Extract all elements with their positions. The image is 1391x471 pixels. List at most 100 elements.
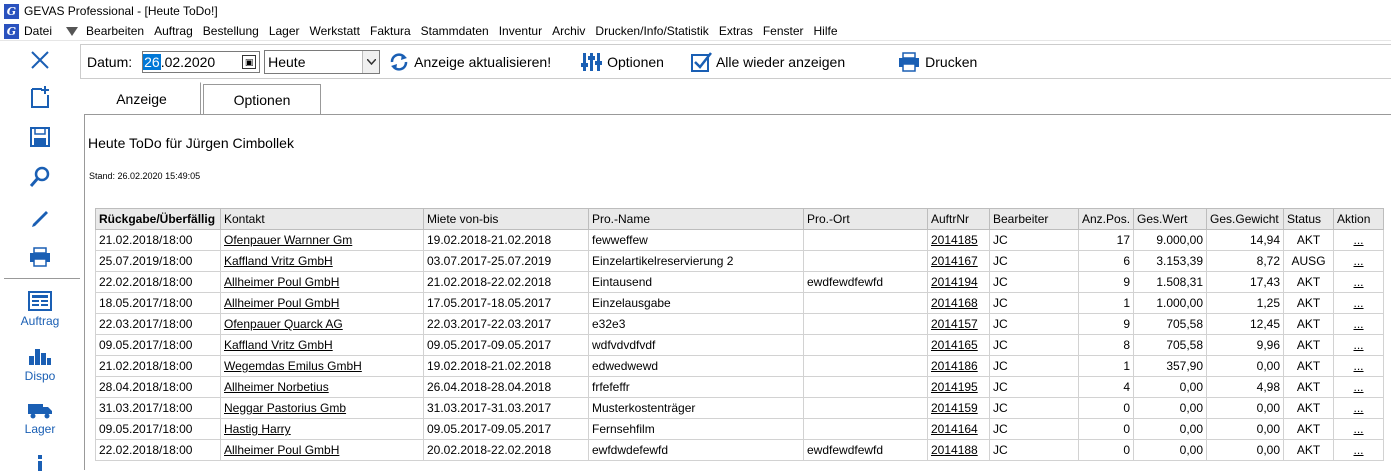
menu-werkstatt[interactable]: Werkstatt bbox=[310, 24, 360, 38]
table-cell: AKT bbox=[1283, 271, 1335, 293]
menu-faktura[interactable]: Faktura bbox=[370, 24, 411, 38]
column-header[interactable]: Rückgabe/Überfällig bbox=[95, 208, 221, 230]
action-button[interactable]: ... bbox=[1333, 355, 1385, 377]
edit-button[interactable] bbox=[0, 206, 80, 228]
column-header[interactable]: Ges.Gewicht bbox=[1206, 208, 1285, 230]
column-header[interactable]: Anz.Pos. bbox=[1077, 208, 1135, 230]
table-row[interactable]: 22.02.2018/18:00 Allheimer Poul GmbH 21.02… bbox=[95, 271, 1385, 293]
table-row[interactable]: 31.03.2017/18:00 Neggar Pastorius Gmb 31.0… bbox=[95, 397, 1385, 419]
date-field-rest[interactable]: .02.2020 bbox=[161, 54, 216, 70]
menu-auftrag[interactable]: Auftrag bbox=[154, 24, 193, 38]
menu-datei[interactable]: Datei bbox=[24, 24, 52, 38]
options-button[interactable]: Optionen bbox=[581, 51, 664, 73]
table-cell[interactable]: 2014164 bbox=[927, 418, 990, 440]
menu-inventur[interactable]: Inventur bbox=[499, 24, 542, 38]
menu-drucken-info-statistik[interactable]: Drucken/Info/Statistik bbox=[595, 24, 708, 38]
table-row[interactable]: 25.07.2019/18:00 Kaffland Vritz GmbH 03.07… bbox=[95, 250, 1385, 272]
table-cell: AUSG bbox=[1283, 250, 1335, 272]
menu-hilfe[interactable]: Hilfe bbox=[814, 24, 838, 38]
column-header[interactable]: Bearbeiter bbox=[989, 208, 1079, 230]
table-row[interactable]: 21.02.2018/18:00 Wegemdas Emilus GmbH 19.0… bbox=[95, 355, 1385, 377]
table-cell[interactable]: 2014168 bbox=[927, 292, 990, 314]
action-button[interactable]: ... bbox=[1333, 334, 1385, 356]
print-button[interactable] bbox=[0, 246, 80, 268]
table-cell: Einzelausgabe bbox=[588, 292, 804, 314]
refresh-button[interactable]: Anzeige aktualisieren! bbox=[388, 52, 551, 72]
table-cell[interactable]: Wegemdas Emilus GmbH bbox=[220, 355, 424, 377]
table-cell[interactable]: Allheimer Poul GmbH bbox=[220, 271, 424, 293]
table-cell: 9 bbox=[1077, 271, 1135, 293]
menu-stammdaten[interactable]: Stammdaten bbox=[421, 24, 489, 38]
table-cell[interactable]: 2014186 bbox=[927, 355, 990, 377]
table-cell[interactable]: 2014194 bbox=[927, 271, 990, 293]
show-all-button[interactable]: Alle wieder anzeigen bbox=[690, 51, 845, 73]
table-cell[interactable]: Neggar Pastorius Gmb bbox=[220, 397, 424, 419]
sidebar-item-dispo[interactable]: Dispo bbox=[0, 346, 80, 383]
table-cell[interactable]: 2014195 bbox=[927, 376, 990, 398]
table-cell[interactable]: Ofenpauer Quarck AG bbox=[220, 313, 424, 335]
table-row[interactable]: 28.04.2018/18:00 Allheimer Norbetius 26.04… bbox=[95, 376, 1385, 398]
gevas-menu-icon[interactable]: G bbox=[4, 23, 19, 39]
action-button[interactable]: ... bbox=[1333, 313, 1385, 335]
sidebar-item-more[interactable] bbox=[0, 455, 80, 471]
period-select[interactable]: Heute bbox=[264, 49, 381, 74]
menu-fenster[interactable]: Fenster bbox=[763, 24, 804, 38]
action-button[interactable]: ... bbox=[1333, 376, 1385, 398]
calendar-picker-icon[interactable]: ▣ bbox=[242, 54, 257, 69]
table-cell: 357,90 bbox=[1133, 355, 1208, 377]
table-cell[interactable]: Allheimer Poul GmbH bbox=[220, 292, 424, 314]
column-header[interactable]: Aktion bbox=[1333, 208, 1385, 230]
date-field[interactable]: 26.02.2020 ▣ bbox=[142, 50, 261, 73]
table-cell[interactable]: Allheimer Norbetius bbox=[220, 376, 424, 398]
tab-optionen[interactable]: Optionen bbox=[203, 84, 321, 114]
column-header[interactable]: Pro.-Ort bbox=[803, 208, 928, 230]
column-header[interactable]: Kontakt bbox=[220, 208, 424, 230]
table-cell[interactable]: Kaffland Vritz GmbH bbox=[220, 334, 424, 356]
menu-bearbeiten[interactable]: Bearbeiten bbox=[86, 24, 144, 38]
column-header[interactable]: Miete von-bis bbox=[423, 208, 589, 230]
action-button[interactable]: ... bbox=[1333, 271, 1385, 293]
table-cell[interactable]: 2014188 bbox=[927, 439, 990, 461]
menu-extras[interactable]: Extras bbox=[719, 24, 753, 38]
action-button[interactable]: ... bbox=[1333, 397, 1385, 419]
column-header[interactable]: Ges.Wert bbox=[1133, 208, 1208, 230]
new-document-button[interactable] bbox=[0, 85, 80, 109]
table-row[interactable]: 09.05.2017/18:00 Kaffland Vritz GmbH 09.05… bbox=[95, 334, 1385, 356]
action-button[interactable]: ... bbox=[1333, 418, 1385, 440]
table-row[interactable]: 09.05.2017/18:00 Hastig Harry 09.05.2017-0… bbox=[95, 418, 1385, 440]
table-row[interactable]: 18.05.2017/18:00 Allheimer Poul GmbH 17.05… bbox=[95, 292, 1385, 314]
table-row[interactable]: 22.02.2018/18:00 Allheimer Poul GmbH 20.02… bbox=[95, 439, 1385, 461]
sidebar-item-lager[interactable]: Lager bbox=[0, 401, 80, 436]
date-field-selected-part[interactable]: 26 bbox=[143, 53, 161, 70]
column-header[interactable]: AuftrNr bbox=[927, 208, 990, 230]
column-header[interactable]: Pro.-Name bbox=[588, 208, 804, 230]
action-button[interactable]: ... bbox=[1333, 292, 1385, 314]
sidebar-item-auftrag[interactable]: Auftrag bbox=[0, 291, 80, 328]
menu-lager[interactable]: Lager bbox=[269, 24, 300, 38]
tab-anzeige[interactable]: Anzeige bbox=[83, 82, 201, 114]
chevron-down-icon[interactable] bbox=[362, 50, 380, 73]
menu-bestellung[interactable]: Bestellung bbox=[203, 24, 259, 38]
table-cell[interactable]: Ofenpauer Warnner Gm bbox=[220, 229, 424, 251]
table-cell[interactable]: Hastig Harry bbox=[220, 418, 424, 440]
table-cell[interactable]: 2014185 bbox=[927, 229, 990, 251]
menu-archiv[interactable]: Archiv bbox=[552, 24, 585, 38]
print-toolbar-button[interactable]: Drucken bbox=[897, 51, 977, 73]
table-cell[interactable]: 2014167 bbox=[927, 250, 990, 272]
table-cell[interactable]: Kaffland Vritz GmbH bbox=[220, 250, 424, 272]
table-cell[interactable]: Allheimer Poul GmbH bbox=[220, 439, 424, 461]
action-button[interactable]: ... bbox=[1333, 439, 1385, 461]
close-button[interactable] bbox=[0, 49, 80, 71]
action-button[interactable]: ... bbox=[1333, 229, 1385, 251]
table-row[interactable]: 22.03.2017/18:00 Ofenpauer Quarck AG 22.03… bbox=[95, 313, 1385, 335]
save-button[interactable] bbox=[0, 126, 80, 148]
table-cell[interactable]: 2014157 bbox=[927, 313, 990, 335]
menu-dropdown-arrow-icon[interactable] bbox=[66, 26, 79, 36]
table-cell[interactable]: 2014159 bbox=[927, 397, 990, 419]
table-row[interactable]: 21.02.2018/18:00 Ofenpauer Warnner Gm 19.0… bbox=[95, 229, 1385, 251]
table-cell[interactable]: 2014165 bbox=[927, 334, 990, 356]
action-button[interactable]: ... bbox=[1333, 250, 1385, 272]
table-body: 21.02.2018/18:00 Ofenpauer Warnner Gm 19.0… bbox=[95, 229, 1385, 461]
search-button[interactable] bbox=[0, 166, 80, 188]
column-header[interactable]: Status bbox=[1283, 208, 1335, 230]
